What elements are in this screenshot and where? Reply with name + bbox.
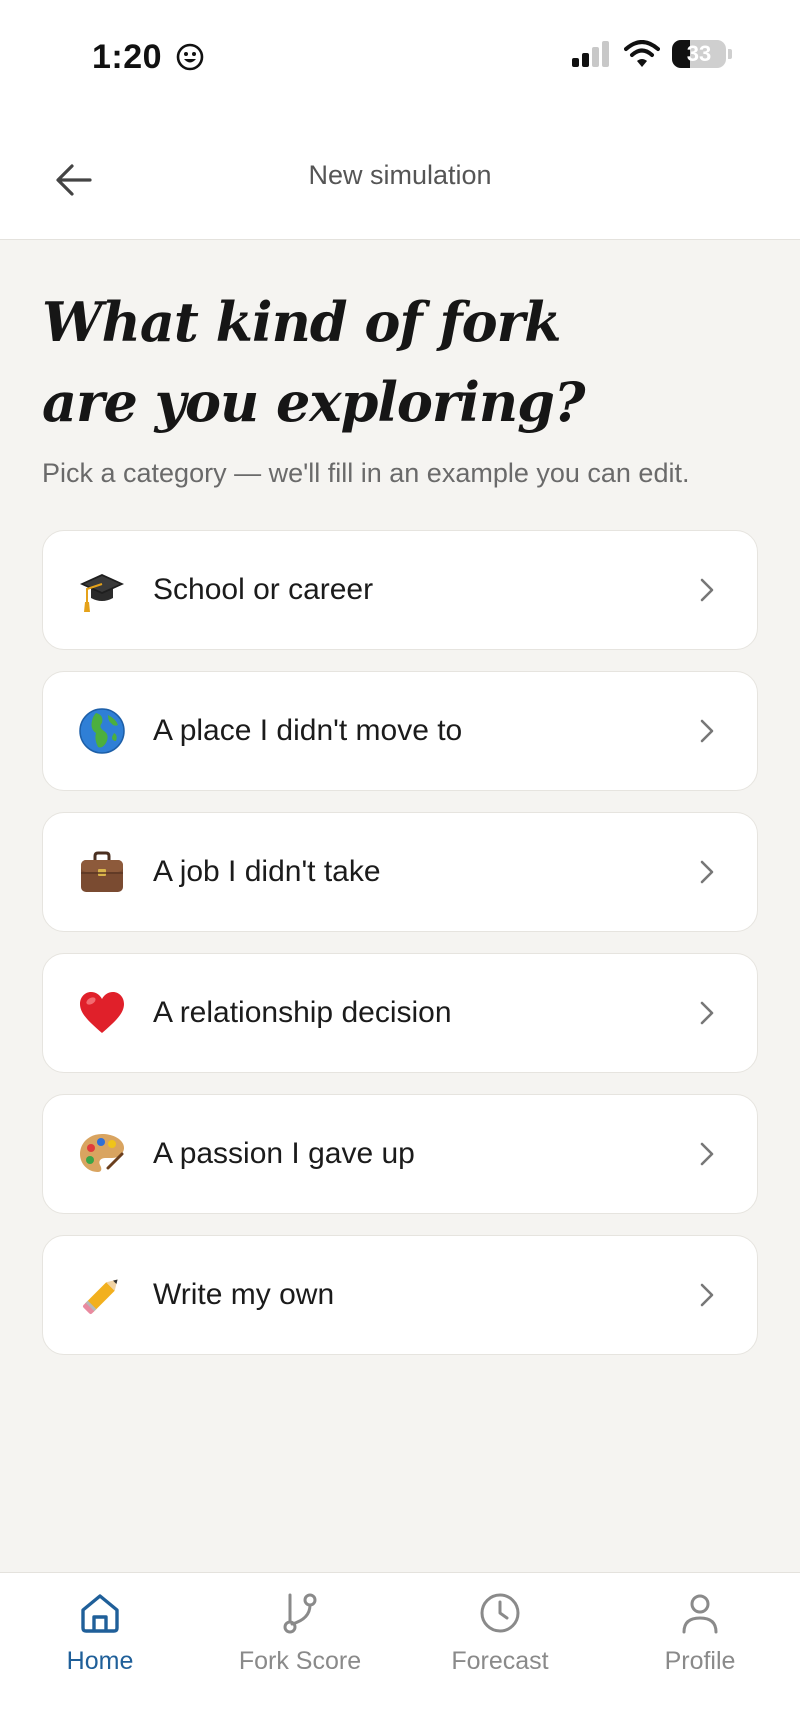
category-relationship-decision[interactable]: A relationship decision [42,953,758,1073]
nav-bar: New simulation [0,120,800,240]
category-write-my-own[interactable]: Write my own [42,1235,758,1355]
pencil-icon [77,1270,127,1320]
clock-icon [478,1591,522,1635]
category-label: A job I didn't take [153,855,381,888]
chevron-right-icon [697,1280,717,1310]
tab-label: Forecast [451,1647,549,1675]
category-school-or-career[interactable]: School or career [42,530,758,650]
tab-label: Fork Score [238,1647,362,1675]
tab-bar: Home Fork Score Forecast Profile [0,1572,800,1734]
wifi-icon [624,40,660,67]
category-passion-given-up[interactable]: A passion I gave up [42,1094,758,1214]
status-bar: 1:20 33 [0,0,800,120]
palette-icon [77,1129,127,1179]
category-job-not-taken[interactable]: A job I didn't take [42,812,758,932]
tab-label: Profile [664,1647,736,1675]
category-label: A passion I gave up [153,1137,415,1170]
battery-indicator: 33 [672,40,726,68]
category-label: Write my own [153,1278,335,1311]
category-label: School or career [153,573,374,606]
chevron-right-icon [697,998,717,1028]
category-label: A place I didn't move to [153,714,463,747]
chevron-right-icon [697,857,717,887]
cellular-signal-icon [572,41,609,67]
chevron-right-icon [697,1139,717,1169]
graduation-cap-icon [77,565,127,615]
tab-home[interactable]: Home [0,1573,200,1703]
page-heading: What kind of fork are you exploring? [42,282,762,442]
tab-label: Home [66,1647,134,1675]
briefcase-icon [77,847,127,897]
tab-fork-score[interactable]: Fork Score [200,1573,400,1703]
tab-profile[interactable]: Profile [600,1573,800,1703]
heart-icon [77,988,127,1038]
status-time-text: 1:20 [92,38,163,76]
battery-cap [728,49,732,59]
chevron-right-icon [697,716,717,746]
heading-line-2: are you exploring? [42,370,586,434]
tab-forecast[interactable]: Forecast [400,1573,600,1703]
chevron-right-icon [697,575,717,605]
page-subtitle: Pick a category — we'll fill in an examp… [42,458,690,488]
smiley-icon [176,43,204,71]
fork-icon [278,1591,322,1635]
status-icons: 33 [572,40,732,68]
battery-level: 33 [686,41,712,66]
category-place-not-moved[interactable]: A place I didn't move to [42,671,758,791]
status-time: 1:20 [92,38,204,77]
globe-icon [77,706,127,756]
person-icon [678,1591,722,1635]
home-icon [78,1591,122,1635]
heading-line-1: What kind of fork [42,290,562,354]
category-list: School or career A place I didn't move t… [42,530,758,1376]
category-label: A relationship decision [153,996,452,1029]
nav-title: New simulation [308,160,492,190]
